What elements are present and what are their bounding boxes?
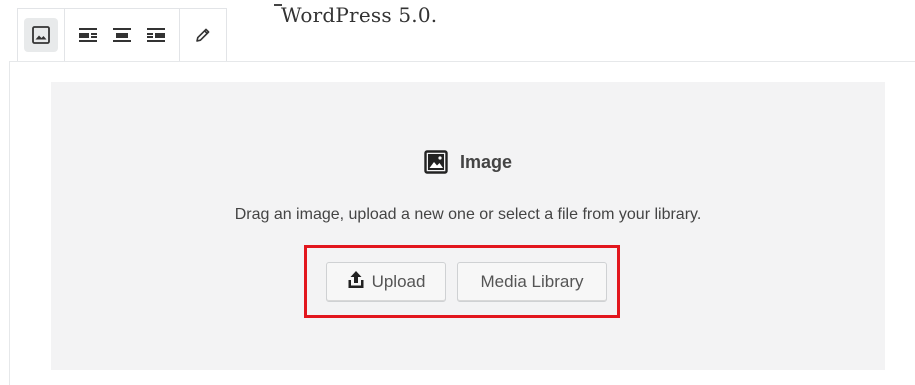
upload-button[interactable]: Upload bbox=[326, 262, 446, 302]
edit-image-button[interactable] bbox=[186, 18, 220, 52]
block-type-group bbox=[18, 9, 65, 61]
align-left-button[interactable] bbox=[71, 18, 105, 52]
alignment-group bbox=[65, 9, 180, 61]
edit-group bbox=[180, 9, 226, 61]
block-type-button[interactable] bbox=[24, 18, 58, 52]
align-left-icon bbox=[77, 26, 99, 44]
placeholder-title: Image bbox=[51, 150, 885, 174]
align-right-button[interactable] bbox=[139, 18, 173, 52]
align-right-icon bbox=[145, 26, 167, 44]
image-icon bbox=[424, 150, 448, 174]
image-icon bbox=[31, 25, 51, 45]
align-center-icon bbox=[111, 26, 133, 44]
media-library-button-label: Media Library bbox=[480, 272, 584, 291]
upload-icon bbox=[347, 270, 365, 295]
media-library-button[interactable]: Media Library bbox=[457, 262, 607, 302]
paragraph-text[interactable]: WordPress 5.0. bbox=[281, 3, 437, 27]
placeholder-title-label: Image bbox=[459, 151, 513, 172]
block-toolbar bbox=[17, 8, 227, 62]
image-placeholder[interactable]: Image Drag an image, upload a new one or… bbox=[51, 82, 885, 370]
upload-button-label: Upload bbox=[371, 272, 426, 291]
align-center-button[interactable] bbox=[105, 18, 139, 52]
placeholder-instructions: Drag an image, upload a new one or selec… bbox=[234, 206, 702, 223]
edit-pencil-icon bbox=[193, 25, 213, 45]
